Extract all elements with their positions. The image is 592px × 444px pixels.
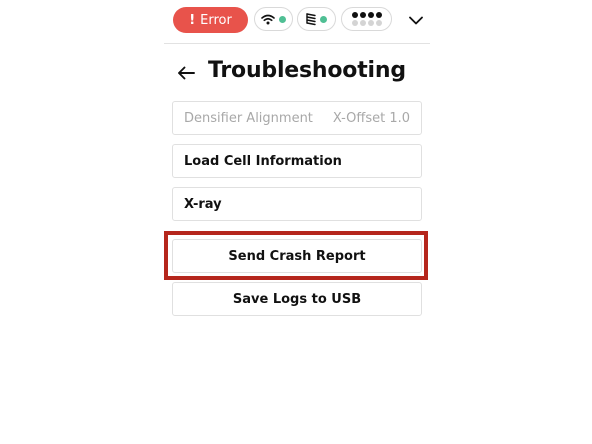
dots-icon (351, 12, 382, 26)
densifier-alignment-label: Densifier Alignment (184, 110, 313, 126)
chevron-down-icon (409, 16, 423, 24)
status-bar: ! Error (164, 5, 430, 35)
header-divider (164, 43, 430, 44)
back-button[interactable] (175, 62, 197, 84)
signal-status[interactable] (341, 7, 392, 31)
error-label: Error (200, 12, 232, 28)
wifi-icon (261, 14, 275, 24)
xray-button[interactable]: X-ray (172, 187, 422, 221)
scale-connected-dot (320, 15, 327, 23)
save-logs-label: Save Logs to USB (232, 291, 362, 307)
status-menu-button[interactable] (405, 9, 427, 31)
send-crash-report-label: Send Crash Report (228, 248, 366, 264)
exclamation-icon: ! (189, 12, 196, 28)
page-title: Troubleshooting (208, 58, 406, 83)
stack-icon (306, 12, 316, 25)
wifi-connected-dot (279, 15, 286, 23)
send-crash-report-button[interactable]: Send Crash Report (172, 239, 422, 273)
save-logs-button[interactable]: Save Logs to USB (172, 282, 422, 316)
arrow-left-icon (178, 66, 195, 80)
troubleshooting-screen: ! Error Troubleshooting Densifier Alignm… (0, 0, 592, 444)
error-badge[interactable]: ! Error (173, 7, 248, 33)
wifi-status[interactable] (254, 7, 293, 31)
densifier-alignment-item: Densifier Alignment X-Offset 1.0 (172, 101, 422, 135)
scale-status[interactable] (297, 7, 336, 31)
load-cell-information-button[interactable]: Load Cell Information (172, 144, 422, 178)
load-cell-information-label: Load Cell Information (184, 153, 342, 169)
densifier-alignment-value: X-Offset 1.0 (332, 110, 410, 126)
xray-label: X-ray (184, 196, 222, 212)
